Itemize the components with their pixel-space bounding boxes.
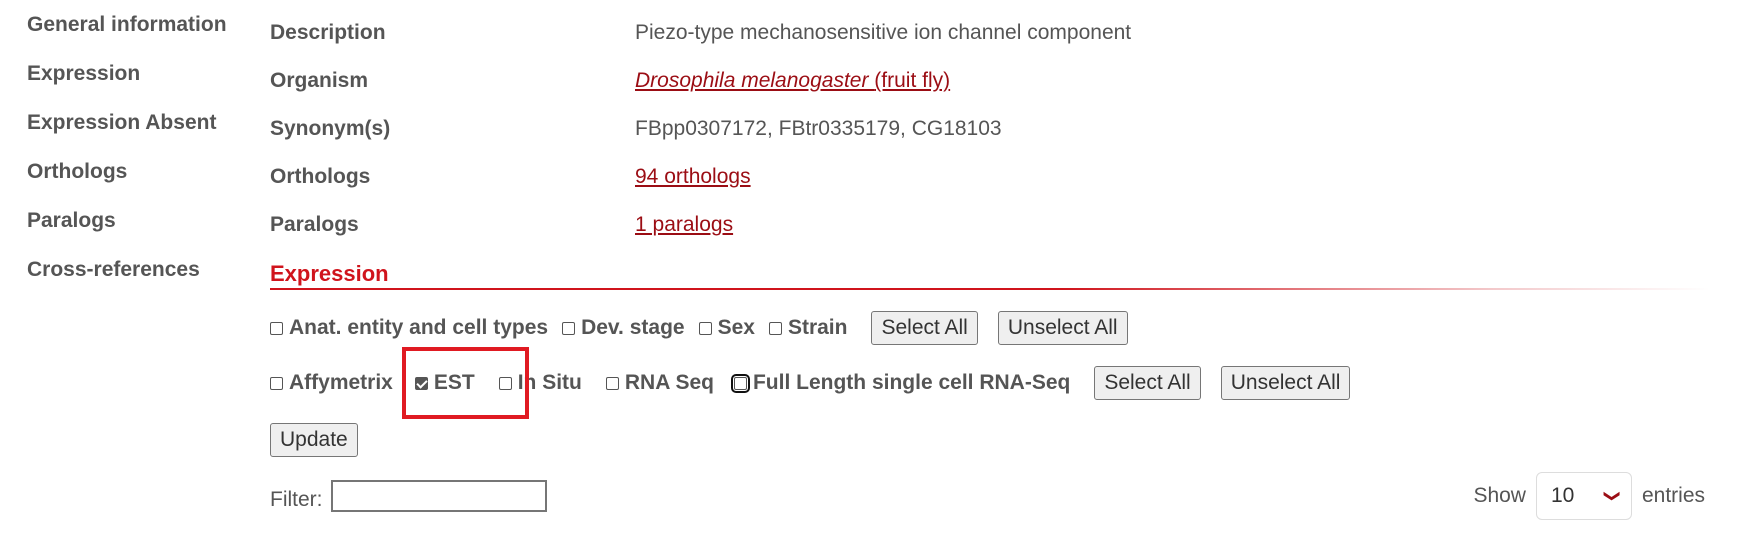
update-row: Update <box>270 421 378 459</box>
checkbox-label: RNA Seq <box>624 371 714 394</box>
unselect-all-data-types-button[interactable]: Unselect All <box>1220 366 1351 400</box>
orthologs-label: Orthologs <box>270 165 371 188</box>
checkbox-sex[interactable]: Sex <box>698 316 755 340</box>
sidebar-item-expression-absent[interactable]: Expression Absent <box>27 108 257 157</box>
organism-link[interactable]: Drosophila melanogaster (fruit fly) <box>635 58 950 104</box>
filter-label: Filter: <box>270 488 323 511</box>
checkbox-box[interactable] <box>768 321 782 335</box>
sidebar-item-paralogs[interactable]: Paralogs <box>27 206 257 255</box>
entries-select[interactable]: 10 ❯ <box>1535 472 1632 520</box>
sidebar-nav: General information Expression Expressio… <box>27 10 257 304</box>
orthologs-link[interactable]: 94 orthologs <box>635 154 751 200</box>
checkbox-box[interactable] <box>605 376 619 390</box>
organism-row: Organism Drosophila melanogaster (fruit … <box>270 58 1700 106</box>
expression-section-title: Expression <box>270 261 389 286</box>
update-button[interactable]: Update <box>270 423 358 457</box>
organism-common-name: (fruit fly) <box>874 69 951 92</box>
checkbox-label: Affymetrix <box>289 371 393 394</box>
entries-label: entries <box>1641 484 1705 507</box>
checkbox-box[interactable] <box>270 376 283 390</box>
checkbox-affymetrix[interactable]: Affymetrix <box>270 371 393 395</box>
checkbox-strain[interactable]: Strain <box>768 316 848 340</box>
checkbox-label: Dev. stage <box>581 316 685 339</box>
section-divider <box>270 288 1710 290</box>
condition-filter-row: Anat. entity and cell types Dev. stage S… <box>270 309 1148 347</box>
show-label: Show <box>1473 484 1526 507</box>
description-value: Piezo-type mechanosensitive ion channel … <box>635 21 1132 44</box>
synonyms-row: Synonym(s) FBpp0307172, FBtr0335179, CG1… <box>270 106 1700 154</box>
checkbox-box[interactable] <box>562 321 576 335</box>
checkbox-full-length-scrna-seq[interactable]: Full Length single cell RNA-Seq <box>730 371 1071 395</box>
checkbox-dev-stage[interactable]: Dev. stage <box>562 316 685 340</box>
highlight-box <box>402 347 529 419</box>
checkbox-label: Full Length single cell RNA-Seq <box>752 371 1071 394</box>
description-label: Description <box>270 21 386 44</box>
entries-select-value: 10 <box>1550 484 1575 507</box>
checkbox-box[interactable] <box>698 321 712 335</box>
orthologs-row: Orthologs 94 orthologs <box>270 154 1700 202</box>
table-controls: Filter: Show 10 ❯ entries <box>270 472 1705 522</box>
chevron-down-icon: ❯ <box>1603 489 1621 503</box>
select-all-conditions-button[interactable]: Select All <box>871 311 978 345</box>
synonyms-value: FBpp0307172, FBtr0335179, CG18103 <box>635 117 1002 140</box>
synonyms-label: Synonym(s) <box>270 117 391 140</box>
checkbox-box-focused[interactable] <box>730 373 750 393</box>
organism-label: Organism <box>270 69 369 92</box>
sidebar-item-cross-references[interactable]: Cross-references <box>27 255 257 304</box>
description-row: Description Piezo-type mechanosensitive … <box>270 10 1700 58</box>
checkbox-box[interactable] <box>270 321 283 335</box>
organism-species: Drosophila melanogaster <box>635 69 875 92</box>
filter-input[interactable] <box>331 480 547 512</box>
general-info-table: Description Piezo-type mechanosensitive … <box>270 10 1700 250</box>
checkbox-label: Anat. entity and cell types <box>289 316 549 339</box>
paralogs-link[interactable]: 1 paralogs <box>635 202 733 248</box>
checkbox-label: Strain <box>787 316 848 339</box>
paralogs-label: Paralogs <box>270 213 359 236</box>
sidebar-item-general-information[interactable]: General information <box>27 10 257 59</box>
checkbox-rna-seq[interactable]: RNA Seq <box>605 371 714 395</box>
paralogs-row: Paralogs 1 paralogs <box>270 202 1700 250</box>
checkbox-label: Sex <box>717 316 755 339</box>
checkbox-anat-entity[interactable]: Anat. entity and cell types <box>270 316 548 340</box>
sidebar-item-orthologs[interactable]: Orthologs <box>27 157 257 206</box>
select-all-data-types-button[interactable]: Select All <box>1094 366 1201 400</box>
unselect-all-conditions-button[interactable]: Unselect All <box>997 311 1128 345</box>
sidebar-item-expression[interactable]: Expression <box>27 59 257 108</box>
show-entries-control: Show 10 ❯ entries <box>1473 472 1705 520</box>
